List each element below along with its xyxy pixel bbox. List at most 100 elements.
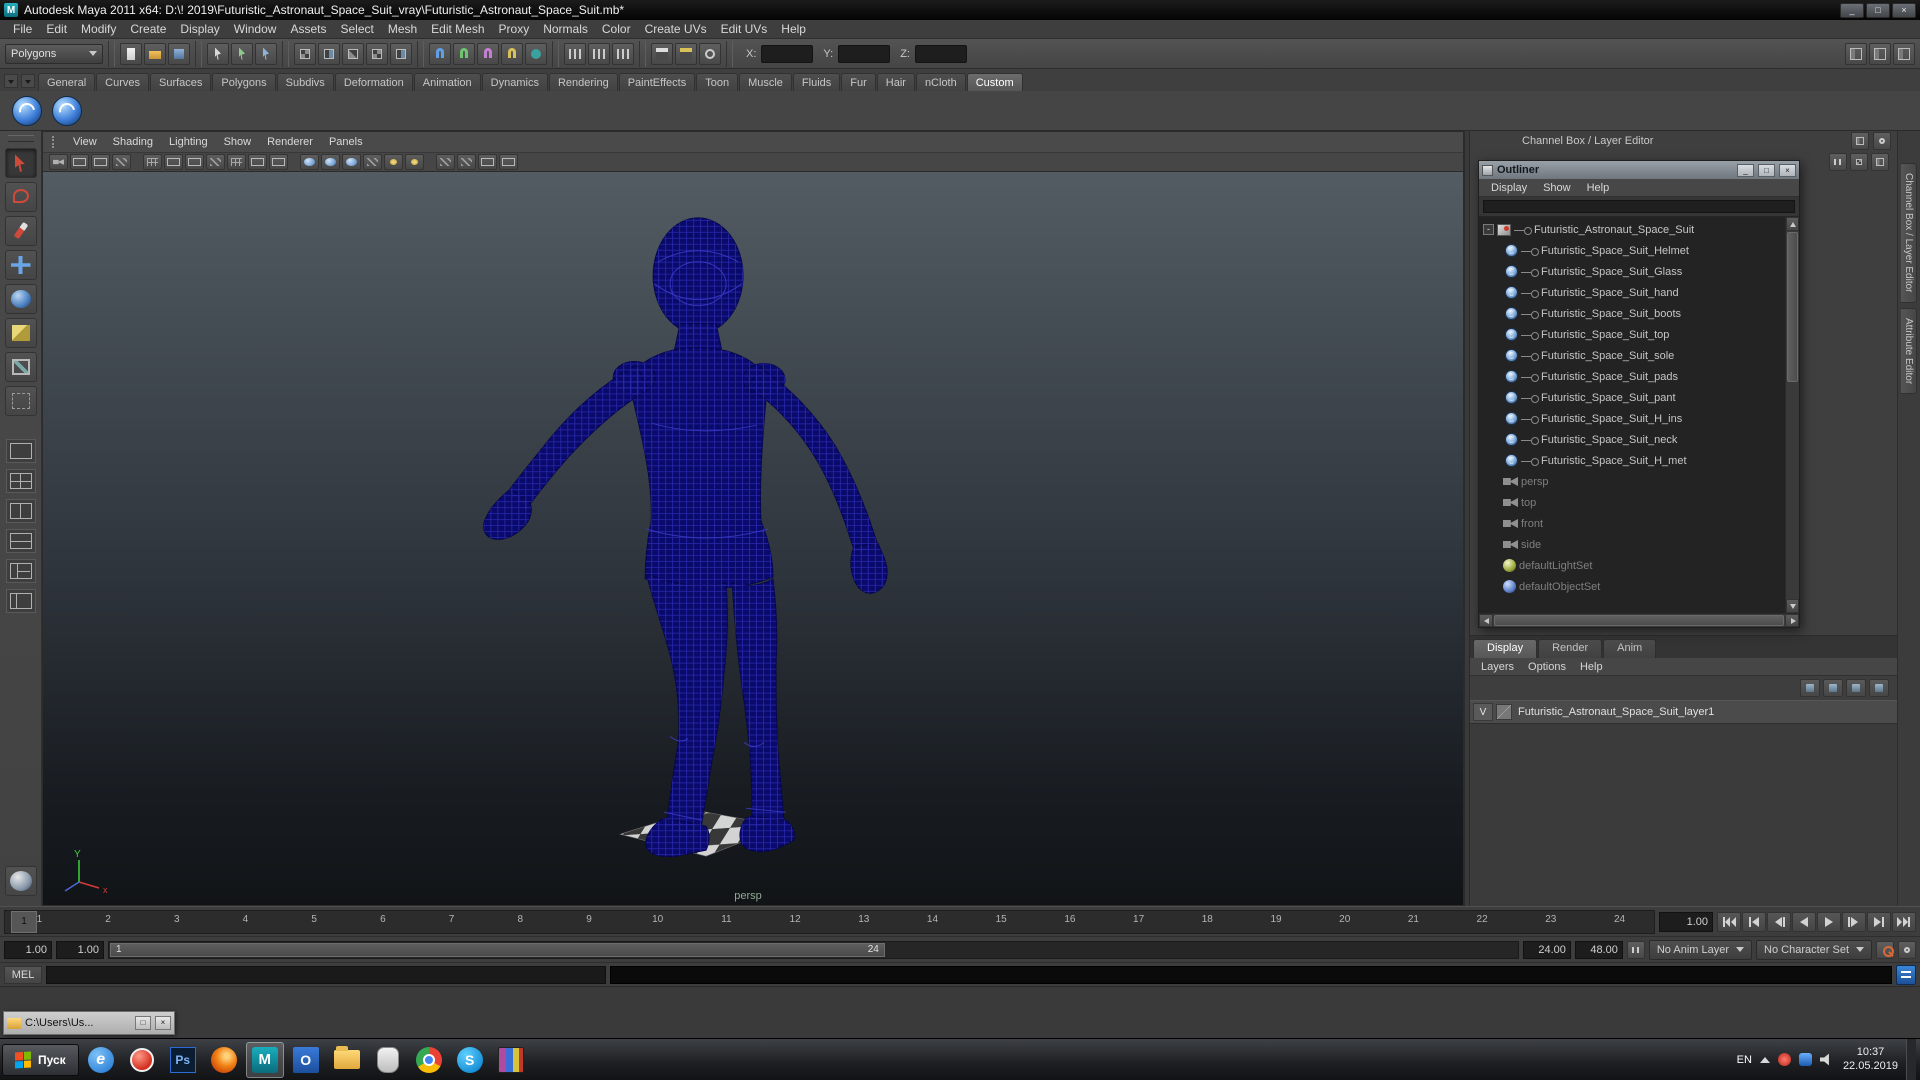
layer-menu-layers[interactable]: Layers	[1474, 661, 1521, 673]
script-editor-icon[interactable]	[1896, 964, 1916, 985]
channel-hyperbolic-icon[interactable]	[1871, 153, 1889, 171]
menu-help[interactable]: Help	[774, 22, 813, 36]
ipr-render-icon[interactable]	[675, 42, 697, 65]
shelf-tab-animation[interactable]: Animation	[413, 73, 481, 91]
snap-to-view-plane-icon[interactable]	[501, 42, 523, 65]
outliner-maximize-button[interactable]: □	[1758, 163, 1775, 177]
scroll-left-icon[interactable]	[1479, 614, 1493, 627]
statusline-separator[interactable]	[639, 40, 646, 67]
save-scene-icon[interactable]	[168, 42, 190, 65]
shelf-tab-muscle[interactable]: Muscle	[739, 73, 792, 91]
layout-two-pane-side-button[interactable]	[5, 499, 36, 523]
explorer-restore-button[interactable]: □	[135, 1016, 151, 1030]
smooth-shade-icon[interactable]	[321, 154, 340, 170]
outliner-item[interactable]: Futuristic_Space_Suit_pant	[1479, 387, 1785, 408]
shelf-tab-fluids[interactable]: Fluids	[792, 73, 841, 91]
viewport-canvas[interactable]: Y x persp	[43, 172, 1463, 905]
shelf-tab-curves[interactable]: Curves	[96, 73, 149, 91]
menu-select[interactable]: Select	[333, 22, 380, 36]
menu-set-selector[interactable]: Polygons	[5, 43, 103, 64]
layout-outliner-persp-button[interactable]	[5, 589, 36, 613]
scale-tool[interactable]	[4, 318, 37, 348]
playback-range-bar[interactable]: 1 24	[110, 942, 885, 957]
shelf-tab-custom[interactable]: Custom	[966, 73, 1023, 91]
grid-icon[interactable]	[143, 154, 162, 170]
outliner-vertical-scrollbar[interactable]	[1785, 217, 1799, 613]
rotate-tool[interactable]	[4, 284, 37, 314]
isolate-select-icon[interactable]	[478, 154, 497, 170]
output-connections-icon[interactable]	[588, 42, 610, 65]
command-input-field[interactable]	[46, 965, 606, 984]
selection-mask-curves-icon[interactable]	[318, 42, 340, 65]
playback-end-field[interactable]: 24.00	[1522, 940, 1571, 959]
taskbar-utility-icon[interactable]	[369, 1042, 407, 1078]
menu-create[interactable]: Create	[123, 22, 173, 36]
current-time-field[interactable]: 1.00	[1659, 911, 1713, 932]
shelf-menu-icon[interactable]	[4, 74, 18, 88]
outliner-item[interactable]: Futuristic_Space_Suit_H_ins	[1479, 408, 1785, 429]
x-coordinate-input[interactable]	[761, 44, 814, 63]
shelf-tab-rendering[interactable]: Rendering	[548, 73, 618, 91]
outliner-minimize-button[interactable]: _	[1737, 163, 1754, 177]
paint-select-tool[interactable]	[4, 216, 37, 246]
maximize-button[interactable]: □	[1866, 2, 1890, 18]
layer-menu-options[interactable]: Options	[1521, 661, 1573, 673]
layout-four-pane-button[interactable]	[5, 469, 36, 493]
last-tool-slot[interactable]	[4, 386, 37, 416]
construction-history-icon[interactable]	[612, 42, 634, 65]
outliner-menu-help[interactable]: Help	[1579, 182, 1618, 194]
shelf-tab-ncloth[interactable]: nCloth	[915, 73, 966, 91]
selection-mask-deformations-icon[interactable]	[366, 42, 388, 65]
explorer-close-button[interactable]: ×	[155, 1016, 171, 1030]
menu-color[interactable]: Color	[595, 22, 638, 36]
outliner-item[interactable]: Futuristic_Space_Suit_boots	[1479, 303, 1785, 324]
shelf-tab-dynamics[interactable]: Dynamics	[481, 73, 548, 91]
selection-mask-dynamics-icon[interactable]	[390, 42, 412, 65]
layer-visibility-toggle[interactable]: V	[1473, 703, 1493, 721]
shelf-tab-general[interactable]: General	[38, 73, 96, 91]
snap-to-grid-icon[interactable]	[429, 42, 451, 65]
play-forwards-button[interactable]	[1817, 911, 1841, 932]
statusline-separator[interactable]	[417, 40, 424, 67]
menu-proxy[interactable]: Proxy	[492, 22, 537, 36]
lasso-select-tool[interactable]	[4, 182, 37, 212]
panel-menu-renderer[interactable]: Renderer	[259, 136, 321, 148]
tab-display[interactable]: Display	[1473, 639, 1538, 658]
show-desktop-button[interactable]	[1906, 1038, 1916, 1080]
minimize-button[interactable]: _	[1840, 2, 1864, 18]
motion-blur-icon[interactable]	[457, 154, 476, 170]
outliner-item[interactable]: Futuristic_Space_Suit_H_met	[1479, 450, 1785, 471]
explorer-mini-window[interactable]: C:\Users\Us... □ ×	[3, 1011, 175, 1035]
outliner-horizontal-scrollbar[interactable]	[1479, 613, 1799, 627]
toolbox-grip[interactable]	[7, 135, 34, 142]
image-plane-icon[interactable]	[112, 154, 131, 170]
new-scene-icon[interactable]	[120, 42, 142, 65]
scroll-right-icon[interactable]	[1785, 614, 1799, 627]
outliner-item[interactable]: Futuristic_Space_Suit_neck	[1479, 429, 1785, 450]
camera-attributes-icon[interactable]	[70, 154, 89, 170]
channel-manipulator-icon[interactable]	[1829, 153, 1847, 171]
taskbar-internet-explorer-icon[interactable]: e	[82, 1042, 120, 1078]
menu-display[interactable]: Display	[173, 22, 226, 36]
shelf-tab-toon[interactable]: Toon	[696, 73, 739, 91]
menu-window[interactable]: Window	[227, 22, 284, 36]
textured-mode-icon[interactable]	[363, 154, 382, 170]
outliner-set-item[interactable]: defaultObjectSet	[1479, 576, 1785, 597]
move-tool[interactable]	[4, 250, 37, 280]
scroll-down-icon[interactable]	[1786, 599, 1799, 613]
outliner-camera-item[interactable]: side	[1479, 534, 1785, 555]
screen-space-ao-icon[interactable]	[436, 154, 455, 170]
create-empty-layer-icon[interactable]	[1846, 679, 1866, 697]
command-language-button[interactable]: MEL	[4, 965, 42, 984]
wireframe-mode-icon[interactable]	[300, 154, 319, 170]
menu-mesh[interactable]: Mesh	[381, 22, 424, 36]
playback-start-field[interactable]: 1.00	[56, 940, 104, 959]
panel-menu-shading[interactable]: Shading	[105, 136, 161, 148]
select-camera-icon[interactable]	[49, 154, 68, 170]
select-hierarchy-icon[interactable]	[207, 42, 229, 65]
outliner-root-item[interactable]: - Futuristic_Astronaut_Space_Suit	[1479, 219, 1785, 240]
step-back-frame-button[interactable]	[1742, 911, 1766, 932]
menu-create-uvs[interactable]: Create UVs	[638, 22, 714, 36]
shelf-tab-polygons[interactable]: Polygons	[212, 73, 276, 91]
language-indicator[interactable]: EN	[1737, 1054, 1752, 1066]
